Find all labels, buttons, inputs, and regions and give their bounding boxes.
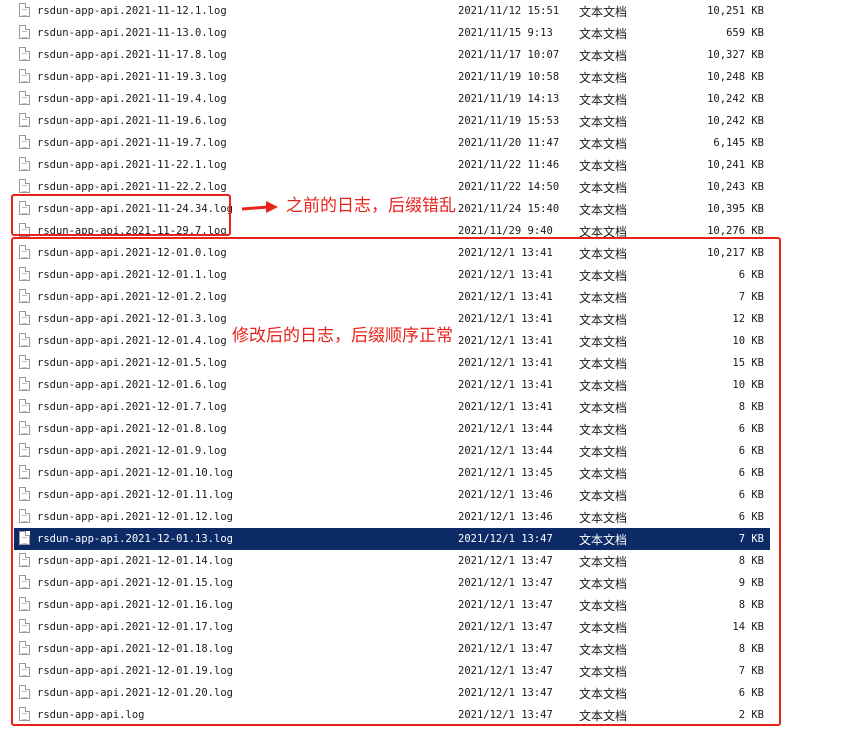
file-date-modified: 2021/11/15 9:13 (458, 27, 553, 39)
text-file-icon (19, 47, 30, 61)
file-date-modified: 2021/11/29 9:40 (458, 225, 553, 237)
file-type: 文本文档 (579, 180, 628, 195)
file-size: 10,395 KB (707, 203, 764, 215)
new-logs-annotation: 修改后的日志，后缀顺序正常 (232, 321, 453, 346)
file-size: 6,145 KB (713, 137, 764, 149)
file-row[interactable]: rsdun-app-api.2021-11-19.4.log 2021/11/19… (14, 88, 770, 110)
file-size: 10,248 KB (707, 71, 764, 83)
file-row[interactable]: rsdun-app-api.2021-11-19.6.log 2021/11/19… (14, 110, 770, 132)
file-type: 文本文档 (579, 202, 628, 217)
file-row[interactable]: rsdun-app-api.2021-11-19.7.log 2021/11/20… (14, 132, 770, 154)
file-date-modified: 2021/11/22 14:50 (458, 181, 560, 193)
file-type: 文本文档 (579, 136, 628, 151)
file-date-modified: 2021/11/12 15:51 (458, 5, 560, 17)
file-date-modified: 2021/11/20 11:47 (458, 137, 560, 149)
file-date-modified: 2021/11/19 10:58 (458, 71, 560, 83)
file-type: 文本文档 (579, 48, 628, 63)
old-logs-annotation: 之前的日志，后缀错乱 (286, 191, 456, 216)
file-date-modified: 2021/11/19 15:53 (458, 115, 560, 127)
text-file-icon (19, 113, 30, 127)
file-name: rsdun-app-api.2021-11-22.2.log (37, 181, 227, 193)
file-row[interactable]: rsdun-app-api.2021-11-13.0.log 2021/11/15… (14, 22, 770, 44)
file-name: rsdun-app-api.2021-11-19.6.log (37, 115, 227, 127)
text-file-icon (19, 179, 30, 193)
file-date-modified: 2021/11/19 14:13 (458, 93, 560, 105)
file-size: 10,241 KB (707, 159, 764, 171)
file-size: 10,243 KB (707, 181, 764, 193)
file-type: 文本文档 (579, 114, 628, 129)
file-size: 10,276 KB (707, 225, 764, 237)
file-size: 10,327 KB (707, 49, 764, 61)
file-size: 659 KB (726, 27, 764, 39)
arrow-right-icon (241, 201, 278, 213)
file-row[interactable]: rsdun-app-api.2021-11-22.1.log 2021/11/22… (14, 154, 770, 176)
text-file-icon (19, 3, 30, 17)
old-logs-highlight-box (11, 194, 231, 236)
file-row[interactable]: rsdun-app-api.2021-11-12.1.log 2021/11/12… (14, 0, 770, 22)
file-name: rsdun-app-api.2021-11-19.7.log (37, 137, 227, 149)
file-name: rsdun-app-api.2021-11-12.1.log (37, 5, 227, 17)
file-date-modified: 2021/11/24 15:40 (458, 203, 560, 215)
file-name: rsdun-app-api.2021-11-17.8.log (37, 49, 227, 61)
file-type: 文本文档 (579, 70, 628, 85)
text-file-icon (19, 25, 30, 39)
file-size: 10,251 KB (707, 5, 764, 17)
file-date-modified: 2021/11/22 11:46 (458, 159, 560, 171)
file-type: 文本文档 (579, 158, 628, 173)
text-file-icon (19, 91, 30, 105)
file-name: rsdun-app-api.2021-11-22.1.log (37, 159, 227, 171)
text-file-icon (19, 157, 30, 171)
text-file-icon (19, 135, 30, 149)
file-size: 10,242 KB (707, 93, 764, 105)
file-name: rsdun-app-api.2021-11-19.3.log (37, 71, 227, 83)
file-name: rsdun-app-api.2021-11-19.4.log (37, 93, 227, 105)
file-name: rsdun-app-api.2021-11-13.0.log (37, 27, 227, 39)
file-type: 文本文档 (579, 92, 628, 107)
file-row[interactable]: rsdun-app-api.2021-11-19.3.log 2021/11/19… (14, 66, 770, 88)
file-type: 文本文档 (579, 26, 628, 41)
file-size: 10,242 KB (707, 115, 764, 127)
file-row[interactable]: rsdun-app-api.2021-11-17.8.log 2021/11/17… (14, 44, 770, 66)
file-date-modified: 2021/11/17 10:07 (458, 49, 560, 61)
file-type: 文本文档 (579, 4, 628, 19)
text-file-icon (19, 69, 30, 83)
new-logs-highlight-box (11, 237, 781, 726)
